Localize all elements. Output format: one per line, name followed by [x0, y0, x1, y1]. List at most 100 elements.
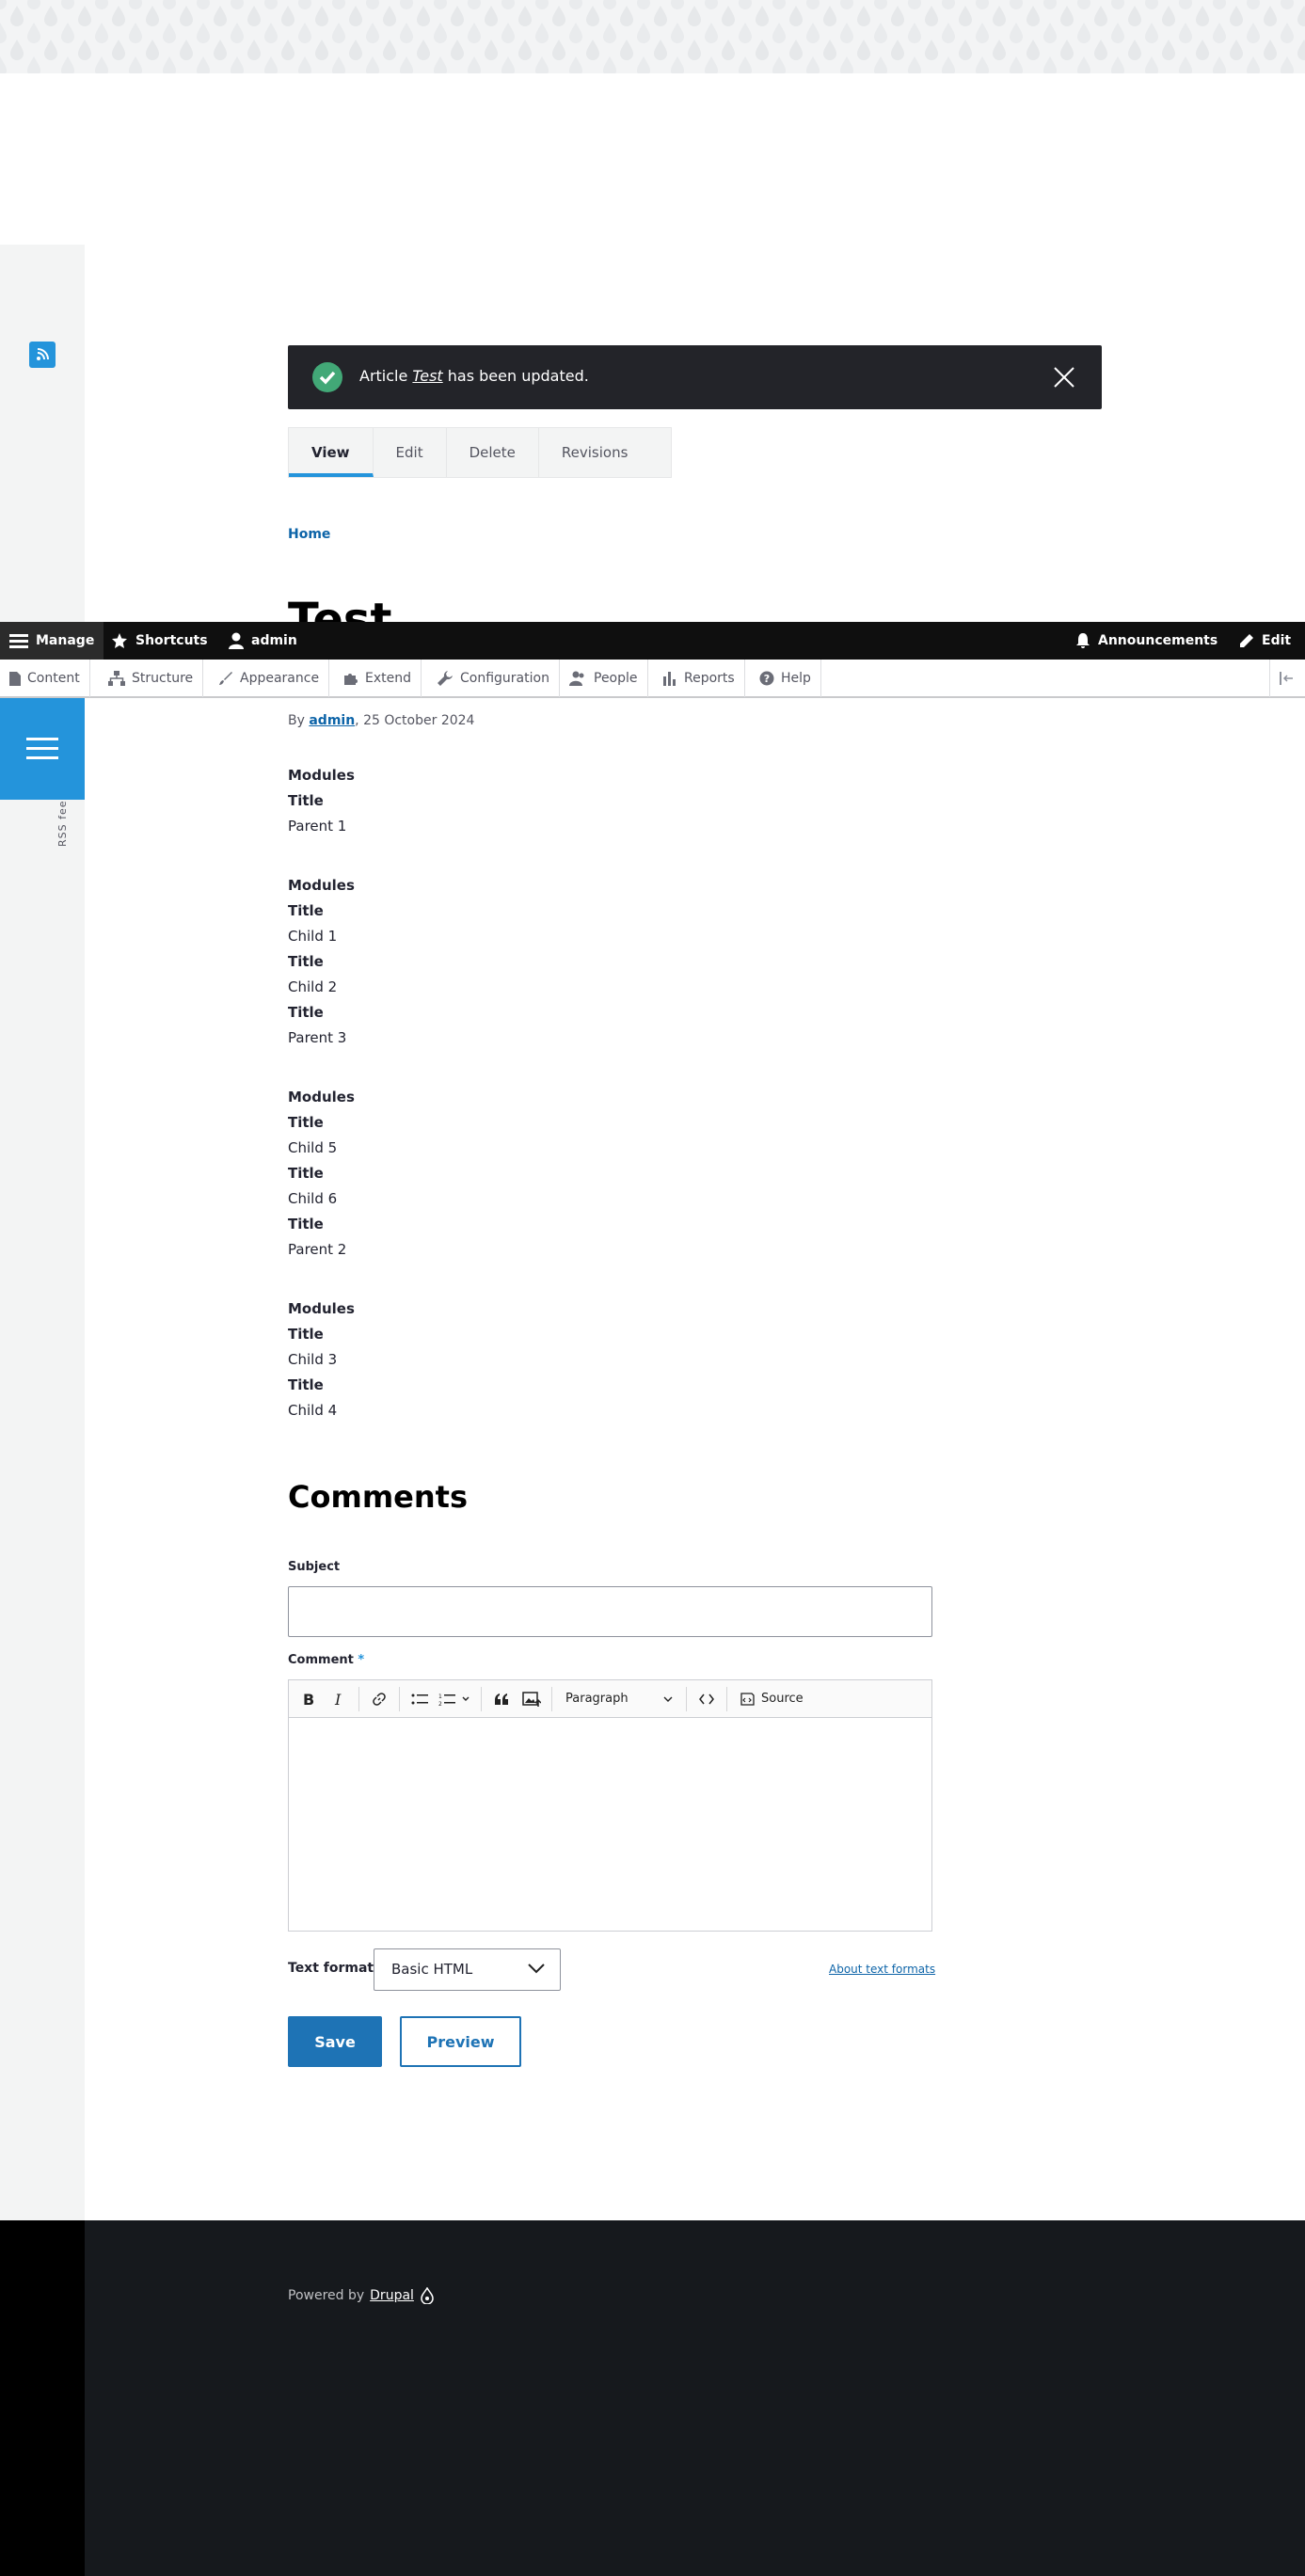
- tray-item-help[interactable]: ? Help: [750, 660, 821, 697]
- status-message-text: Article Test has been updated.: [359, 367, 589, 385]
- toolbar-announcements[interactable]: Announcements: [1075, 622, 1217, 660]
- field-value: Child 4: [288, 1402, 338, 1419]
- tray-item-label: Content: [27, 671, 80, 686]
- toolbar-manage-label: Manage: [36, 633, 95, 648]
- tab-view[interactable]: View: [289, 428, 374, 477]
- tray-item-configuration[interactable]: Configuration: [427, 660, 560, 697]
- text-format-select[interactable]: Basic HTML: [374, 1948, 561, 1991]
- drops-pattern: [0, 0, 1305, 73]
- toolbar-shortcuts[interactable]: Shortcuts: [111, 622, 208, 660]
- help-icon: ?: [759, 671, 774, 686]
- chevron-down-icon: [528, 1964, 545, 1974]
- tray-item-people[interactable]: People: [559, 660, 648, 697]
- tray-item-extend[interactable]: Extend: [334, 660, 422, 697]
- heading-dropdown-label: Paragraph: [565, 1692, 629, 1706]
- tray-item-reports[interactable]: Reports: [653, 660, 745, 697]
- tab-revisions[interactable]: Revisions: [539, 428, 651, 477]
- tray-item-content[interactable]: Content: [0, 660, 90, 697]
- breadcrumb-home[interactable]: Home: [288, 527, 330, 542]
- menu-icon: [9, 634, 28, 648]
- field-label: Modules: [288, 767, 355, 784]
- tray-item-label: Reports: [684, 671, 735, 686]
- toolbar-edit-label: Edit: [1262, 633, 1292, 648]
- code-button[interactable]: [692, 1685, 721, 1713]
- field-value: Parent 2: [288, 1241, 347, 1258]
- toolbar-shortcuts-label: Shortcuts: [135, 633, 208, 648]
- blockquote-button[interactable]: [487, 1685, 516, 1713]
- rss-feed-button[interactable]: [29, 342, 56, 368]
- field-label: Modules: [288, 877, 355, 894]
- toolbar-edit[interactable]: Edit: [1239, 622, 1291, 660]
- toolbar-announcements-label: Announcements: [1098, 633, 1218, 648]
- mobile-menu-button[interactable]: [0, 698, 85, 800]
- header-white-band: [0, 73, 1305, 245]
- field-label: Title: [288, 1216, 324, 1232]
- numbered-list-icon: 12: [438, 1693, 469, 1706]
- subject-input[interactable]: [288, 1586, 932, 1637]
- tray-orientation-toggle[interactable]: [1269, 660, 1304, 697]
- field-value: Child 3: [288, 1351, 338, 1368]
- field-label: Title: [288, 1326, 324, 1343]
- svg-text:?: ?: [764, 673, 770, 685]
- tab-delete[interactable]: Delete: [447, 428, 539, 477]
- field-label: Title: [288, 1114, 324, 1131]
- comments-heading: Comments: [288, 1479, 468, 1515]
- wrench-icon: [438, 671, 453, 686]
- italic-button[interactable]: I: [325, 1685, 353, 1713]
- field-label: Title: [288, 792, 324, 809]
- field-label: Title: [288, 1376, 324, 1393]
- source-label: Source: [761, 1692, 804, 1706]
- chevron-down-icon: [663, 1696, 673, 1702]
- bold-button[interactable]: B: [294, 1685, 323, 1713]
- editor-toolbar: B I 12 Paragraph Source: [289, 1680, 931, 1718]
- field-value: Child 5: [288, 1139, 338, 1156]
- italic-icon: I: [334, 1692, 342, 1707]
- preview-button[interactable]: Preview: [400, 2016, 521, 2067]
- footer: [0, 2220, 1305, 2576]
- insert-image-button[interactable]: [517, 1685, 546, 1713]
- drupal-drop-icon: [421, 2287, 434, 2304]
- field-value: Parent 1: [288, 818, 347, 835]
- text-format-label: Text format: [288, 1961, 374, 1976]
- svg-text:B: B: [303, 1692, 314, 1707]
- field-value: Child 2: [288, 978, 338, 995]
- rss-feed-label[interactable]: RSS feed: [56, 793, 69, 848]
- page-title: Test: [288, 594, 392, 623]
- tray-item-label: Appearance: [240, 671, 320, 686]
- field-label: Title: [288, 1004, 324, 1021]
- article-link[interactable]: Test: [412, 367, 442, 385]
- author-link[interactable]: admin: [309, 713, 355, 728]
- drupal-link[interactable]: Drupal: [370, 2288, 414, 2303]
- comment-editor: B I 12 Paragraph Source: [288, 1679, 932, 1932]
- tab-edit[interactable]: Edit: [374, 428, 447, 477]
- heading-dropdown[interactable]: Paragraph: [558, 1685, 680, 1713]
- brush-icon: [219, 672, 232, 685]
- source-button[interactable]: Source: [733, 1685, 809, 1713]
- byline: By admin, 25 October 2024: [288, 713, 475, 728]
- field-label: Title: [288, 953, 324, 970]
- link-icon: [373, 1692, 386, 1706]
- tray-item-structure[interactable]: Structure: [99, 660, 204, 697]
- about-text-formats-link[interactable]: About text formats: [829, 1963, 935, 1976]
- tray-item-label: Help: [781, 671, 811, 686]
- bulleted-list-button[interactable]: [406, 1685, 434, 1713]
- toolbar-manage[interactable]: Manage: [0, 622, 103, 660]
- save-button[interactable]: Save: [288, 2016, 382, 2067]
- toolbar-user[interactable]: admin: [229, 622, 297, 660]
- check-icon: [312, 362, 342, 392]
- footer-left-rail: [0, 2220, 85, 2576]
- bulleted-list-icon: [411, 1693, 428, 1704]
- close-icon[interactable]: [1051, 364, 1077, 390]
- numbered-list-button[interactable]: 12: [436, 1685, 475, 1713]
- toolbar-user-label: admin: [251, 633, 297, 648]
- svg-text:I: I: [334, 1692, 342, 1707]
- field-label: Modules: [288, 1300, 355, 1317]
- tray-item-label: Extend: [365, 671, 411, 686]
- powered-by: Powered by Drupal: [288, 2287, 435, 2304]
- tray-item-appearance[interactable]: Appearance: [209, 660, 330, 697]
- subject-label: Subject: [288, 1560, 341, 1574]
- link-button[interactable]: [365, 1685, 393, 1713]
- comment-label: Comment *: [288, 1653, 365, 1667]
- bell-icon: [1076, 633, 1090, 648]
- star-icon: [112, 633, 127, 648]
